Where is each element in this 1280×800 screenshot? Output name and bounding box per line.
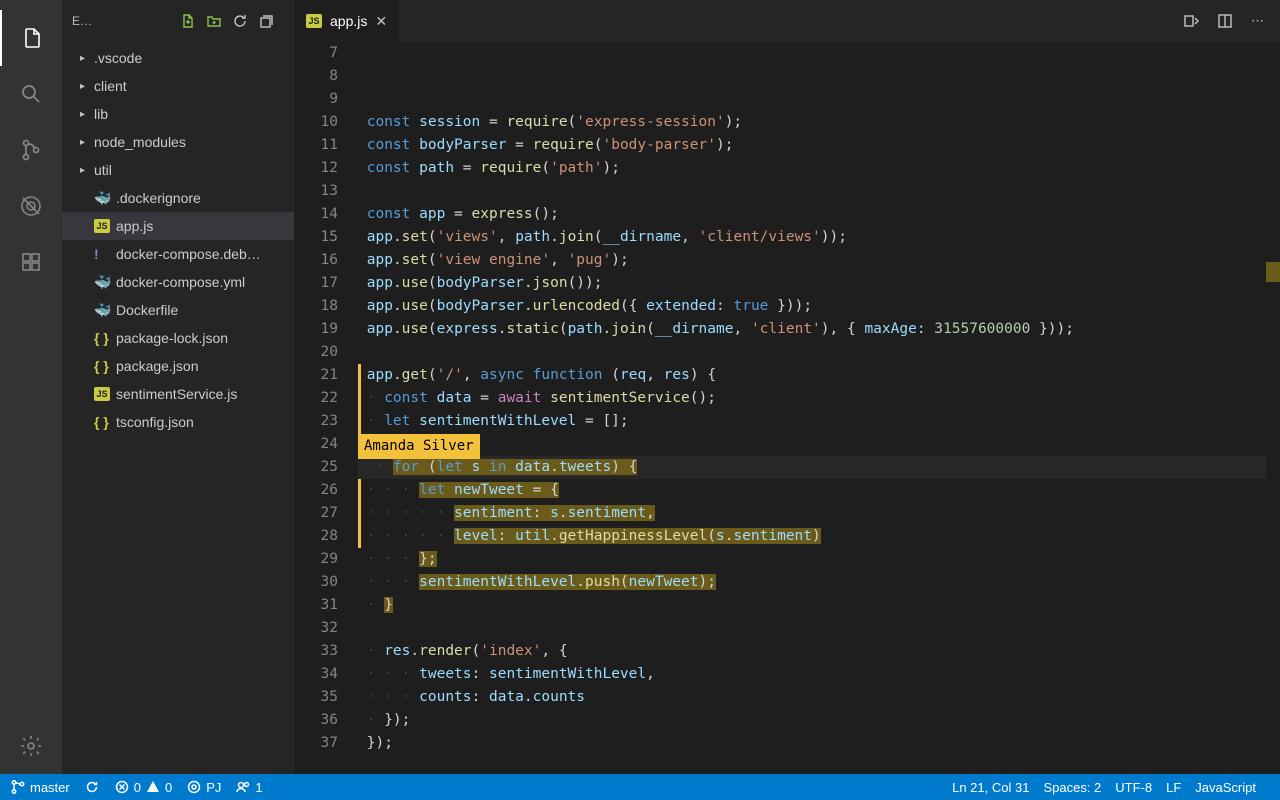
status-sync[interactable] — [84, 779, 100, 795]
new-folder-icon[interactable] — [206, 13, 232, 29]
explorer-title: E… — [72, 14, 180, 28]
folder-.vscode[interactable]: ▸.vscode — [62, 44, 294, 72]
code-line[interactable]: const app = express(); — [358, 203, 1280, 226]
collapse-all-icon[interactable] — [258, 13, 284, 29]
code-line[interactable]: · · · · · sentiment: s.sentiment, — [358, 502, 1280, 525]
folder-lib[interactable]: ▸lib — [62, 100, 294, 128]
tab-label: app.js — [330, 13, 367, 29]
code-line[interactable] — [358, 617, 1280, 640]
code-line[interactable]: app.use(bodyParser.json()); — [358, 272, 1280, 295]
code-line[interactable]: · · · let newTweet = { — [358, 479, 1280, 502]
json-icon: { } — [94, 330, 116, 346]
code-line[interactable]: app.use(express.static(path.join(__dirna… — [358, 318, 1280, 341]
code-line[interactable]: const bodyParser = require('body-parser'… — [358, 134, 1280, 157]
tab-app-js[interactable]: JS app.js ✕ — [294, 0, 400, 42]
code-line[interactable]: · · · counts: data.counts — [358, 686, 1280, 709]
activity-debug[interactable] — [0, 178, 62, 234]
status-language[interactable]: JavaScript — [1195, 780, 1256, 795]
code-line[interactable]: · · · tweets: sentimentWithLevel, — [358, 663, 1280, 686]
status-participants[interactable]: 1 — [235, 779, 262, 795]
status-cursor[interactable]: Ln 21, Col 31 — [952, 780, 1029, 795]
json-icon: { } — [94, 358, 116, 374]
new-file-icon[interactable] — [180, 13, 206, 29]
code-editor[interactable]: 7891011121314151617181920212223242526272… — [294, 42, 1280, 774]
explorer-sidebar: E… ▸.vscode▸client▸lib▸node_modules▸util… — [62, 0, 294, 774]
activity-settings[interactable] — [0, 718, 62, 774]
chevron-right-icon: ▸ — [80, 165, 94, 176]
minimap[interactable] — [1266, 42, 1280, 774]
code-line[interactable]: · } — [358, 594, 1280, 617]
status-live-share[interactable]: PJ — [186, 779, 221, 795]
chevron-right-icon: ▸ — [80, 109, 94, 120]
docker-icon: 🐳 — [94, 274, 116, 291]
close-icon[interactable]: ✕ — [375, 13, 387, 30]
status-problems[interactable]: 0 0 — [114, 779, 172, 795]
status-branch[interactable]: master — [10, 779, 70, 795]
code-line[interactable]: app.set('views', path.join(__dirname, 'c… — [358, 226, 1280, 249]
chevron-right-icon: ▸ — [80, 53, 94, 64]
folder-util[interactable]: ▸util — [62, 156, 294, 184]
js-icon: JS — [306, 14, 322, 28]
status-encoding[interactable]: UTF-8 — [1115, 780, 1152, 795]
code-line[interactable]: app.get('/', async function (req, res) { — [358, 364, 1280, 387]
activity-bar — [0, 0, 62, 774]
file-Dockerfile[interactable]: 🐳Dockerfile — [62, 296, 294, 324]
activity-extensions[interactable] — [0, 234, 62, 290]
folder-client[interactable]: ▸client — [62, 72, 294, 100]
code-line[interactable]: }); — [358, 732, 1280, 755]
code-line[interactable] — [358, 180, 1280, 203]
code-line[interactable]: · let sentimentWithLevel = []; — [358, 410, 1280, 433]
code-line[interactable] — [358, 755, 1280, 774]
excl-icon: ! — [94, 246, 116, 262]
js-icon: JS — [94, 219, 116, 233]
code-line[interactable]: app.use(bodyParser.urlencoded({ extended… — [358, 295, 1280, 318]
docker-icon: 🐳 — [94, 302, 116, 319]
liveshare-author-label: Amanda Silver — [358, 434, 480, 459]
code-line[interactable]: · — [358, 433, 1280, 456]
code-line[interactable]: const path = require('path'); — [358, 157, 1280, 180]
file-docker-compose-yml[interactable]: 🐳docker-compose.yml — [62, 268, 294, 296]
file-docker-compose-deb-[interactable]: !docker-compose.deb… — [62, 240, 294, 268]
file-package-lock-json[interactable]: { }package-lock.json — [62, 324, 294, 352]
chevron-right-icon: ▸ — [80, 137, 94, 148]
status-eol[interactable]: LF — [1166, 780, 1181, 795]
code-line[interactable]: · · · · · level: util.getHappinessLevel(… — [358, 525, 1280, 548]
code-line[interactable]: app.set('view engine', 'pug'); — [358, 249, 1280, 272]
compare-changes-icon[interactable] — [1183, 13, 1199, 29]
refresh-icon[interactable] — [232, 13, 258, 29]
line-gutter: 7891011121314151617181920212223242526272… — [294, 42, 358, 774]
file-sentimentService-js[interactable]: JSsentimentService.js — [62, 380, 294, 408]
activity-search[interactable] — [0, 66, 62, 122]
more-icon[interactable]: ⋯ — [1251, 13, 1264, 29]
code-line[interactable]: · const data = await sentimentService(); — [358, 387, 1280, 410]
chevron-right-icon: ▸ — [80, 81, 94, 92]
code-content[interactable]: const session = require('express-session… — [358, 42, 1280, 774]
file-package-json[interactable]: { }package.json — [62, 352, 294, 380]
folder-node_modules[interactable]: ▸node_modules — [62, 128, 294, 156]
code-line[interactable]: const session = require('express-session… — [358, 111, 1280, 134]
split-editor-icon[interactable] — [1217, 13, 1233, 29]
file-app-js[interactable]: JSapp.js — [62, 212, 294, 240]
code-line[interactable]: · res.render('index', { — [358, 640, 1280, 663]
editor-tabs: JS app.js ✕ ⋯ — [294, 0, 1280, 42]
json-icon: { } — [94, 414, 116, 430]
code-line[interactable]: · }); — [358, 709, 1280, 732]
code-line[interactable]: · · · }; — [358, 548, 1280, 571]
js-icon: JS — [94, 387, 116, 401]
status-spaces[interactable]: Spaces: 2 — [1043, 780, 1101, 795]
code-line[interactable]: · · · sentimentWithLevel.push(newTweet); — [358, 571, 1280, 594]
file-tree: ▸.vscode▸client▸lib▸node_modules▸util🐳.d… — [62, 42, 294, 436]
docker-icon: 🐳 — [94, 190, 116, 207]
status-bar: master 0 0 PJ 1 Ln 21, Col 31 Spaces: 2 … — [0, 774, 1280, 800]
code-line[interactable] — [358, 341, 1280, 364]
code-line[interactable]: Amanda Silver · for (let s in data.tweet… — [358, 456, 1280, 479]
file--dockerignore[interactable]: 🐳.dockerignore — [62, 184, 294, 212]
activity-explorer[interactable] — [0, 10, 62, 66]
file-tsconfig-json[interactable]: { }tsconfig.json — [62, 408, 294, 436]
activity-source-control[interactable] — [0, 122, 62, 178]
